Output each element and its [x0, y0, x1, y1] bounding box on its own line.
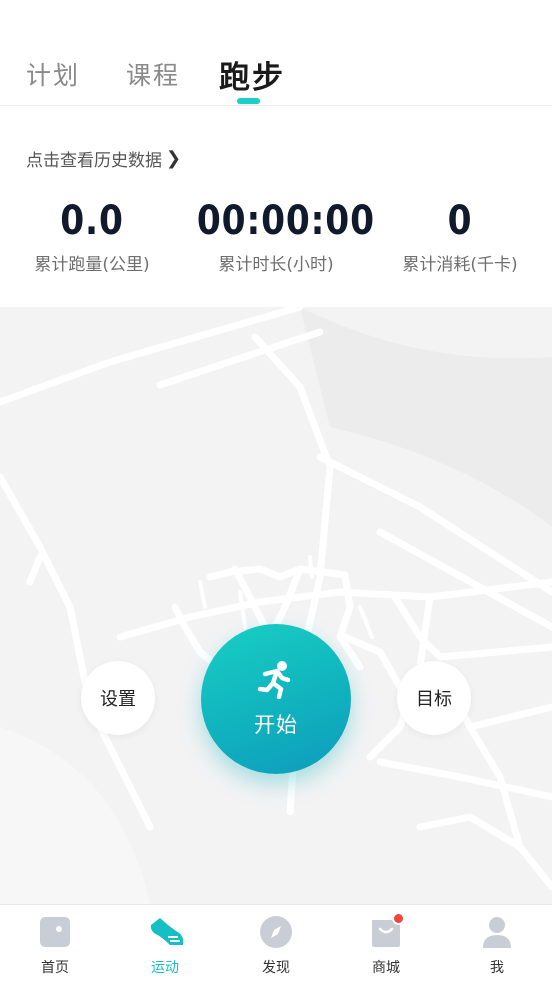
shoe-icon: [148, 915, 183, 949]
nav-label-mall: 商城: [372, 960, 400, 976]
nav-label-me: 我: [490, 960, 504, 976]
chevron-right-icon: ❯: [166, 148, 182, 169]
settings-button[interactable]: 设置: [81, 661, 155, 735]
nav-item-me[interactable]: 我: [442, 905, 552, 981]
compass-icon: [259, 915, 293, 949]
tab-plan[interactable]: 计划: [26, 56, 80, 92]
nav-item-mall[interactable]: 商城: [331, 905, 441, 981]
person-icon: [480, 915, 514, 949]
nav-label-sports: 运动: [151, 960, 179, 976]
running-person-icon: [255, 659, 297, 705]
stat-calories-label: 累计消耗(千卡): [402, 255, 518, 275]
settings-button-label: 设置: [100, 689, 136, 710]
home-icon: [38, 915, 72, 949]
nav-item-discover[interactable]: 发现: [221, 905, 331, 981]
stat-distance-label: 累计跑量(公里): [34, 255, 150, 275]
nav-label-discover: 发现: [262, 960, 290, 976]
history-link-label: 点击查看历史数据: [26, 151, 162, 171]
history-data-link[interactable]: 点击查看历史数据 ❯: [26, 146, 181, 171]
map-roads: [0, 307, 552, 904]
start-button-label: 开始: [254, 713, 298, 737]
stat-distance: 0.0 累计跑量(公里): [0, 198, 184, 275]
top-tab-bar: 计划 课程 跑步: [0, 0, 552, 106]
stat-duration-value: 00:00:00: [196, 198, 375, 244]
goal-button[interactable]: 目标: [397, 661, 471, 735]
stat-duration-label: 累计时长(小时): [218, 255, 334, 275]
tab-courses[interactable]: 课程: [126, 56, 180, 92]
goal-button-label: 目标: [416, 689, 452, 710]
start-run-button[interactable]: 开始: [201, 624, 351, 774]
bottom-navigation: 首页 运动 发现 商城 我: [0, 904, 552, 981]
shopping-bag-icon: [369, 912, 405, 949]
stat-calories: 0 累计消耗(千卡): [368, 198, 552, 275]
notification-badge: [392, 912, 405, 925]
map-view[interactable]: [0, 307, 552, 904]
active-tab-indicator: [237, 98, 260, 104]
stat-duration: 00:00:00 累计时长(小时): [184, 198, 375, 275]
tab-running[interactable]: 跑步: [219, 52, 285, 97]
nav-label-home: 首页: [41, 960, 69, 976]
stat-calories-value: 0: [447, 198, 473, 244]
nav-item-home[interactable]: 首页: [0, 905, 110, 981]
stat-distance-value: 0.0: [60, 198, 124, 244]
nav-item-sports[interactable]: 运动: [110, 905, 220, 981]
